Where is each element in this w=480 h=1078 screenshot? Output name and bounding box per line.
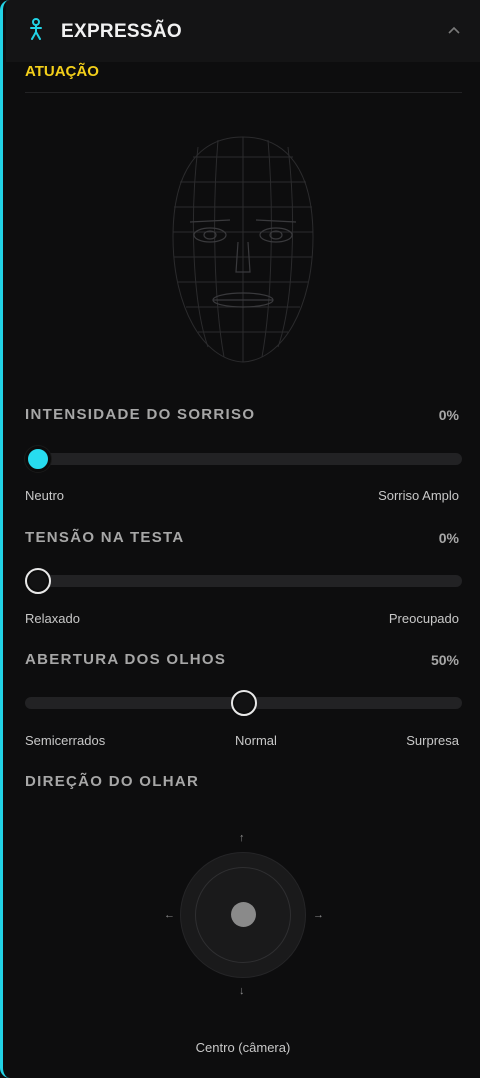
eye-opening-label: ABERTURA DOS OLHOS xyxy=(25,651,227,668)
chevron-up-icon[interactable] xyxy=(447,22,461,40)
forehead-max-label: Preocupado xyxy=(388,611,459,626)
smile-intensity-value: 0% xyxy=(438,407,459,423)
eyes-mid-label: Normal xyxy=(235,733,277,748)
gaze-right-arrow-icon[interactable]: → xyxy=(313,909,324,921)
section-title: ATUAÇÃO xyxy=(25,63,99,80)
forehead-tension-slider[interactable] xyxy=(25,568,462,594)
gaze-down-arrow-icon[interactable]: ↓ xyxy=(239,985,245,997)
eye-opening-knob[interactable] xyxy=(230,690,257,716)
gaze-up-arrow-icon[interactable]: ↑ xyxy=(239,832,245,844)
forehead-tension-label: TENSÃO NA TESTA xyxy=(25,529,185,546)
smile-intensity-knob[interactable] xyxy=(25,446,51,472)
expression-panel: EXPRESSÃO ATUAÇÃO INTENSIDADE DO SORRISO… xyxy=(0,0,480,1078)
eye-opening-slider[interactable] xyxy=(25,690,462,716)
gaze-joystick-handle[interactable] xyxy=(231,902,256,927)
gaze-direction-label: DIREÇÃO DO OLHAR xyxy=(25,773,200,790)
forehead-tension-value: 0% xyxy=(438,530,459,546)
forehead-tension-knob[interactable] xyxy=(25,568,51,594)
smile-intensity-label: INTENSIDADE DO SORRISO xyxy=(25,406,256,423)
smile-intensity-slider[interactable] xyxy=(25,446,462,472)
eyes-min-label: Semicerrados xyxy=(25,733,106,748)
section-divider xyxy=(25,92,462,93)
gaze-left-arrow-icon[interactable]: ← xyxy=(164,909,175,921)
forehead-min-label: Relaxado xyxy=(25,611,80,626)
gaze-direction-caption: Centro (câmera) xyxy=(195,1040,291,1055)
panel-header[interactable]: EXPRESSÃO xyxy=(6,0,480,62)
person-icon xyxy=(29,18,43,45)
panel-title: EXPRESSÃO xyxy=(61,21,182,42)
face-mesh-icon xyxy=(168,132,318,372)
eye-opening-value: 50% xyxy=(430,652,459,668)
smile-max-label: Sorriso Amplo xyxy=(378,488,459,503)
smile-min-label: Neutro xyxy=(25,488,65,503)
eyes-max-label: Surpresa xyxy=(406,733,459,748)
